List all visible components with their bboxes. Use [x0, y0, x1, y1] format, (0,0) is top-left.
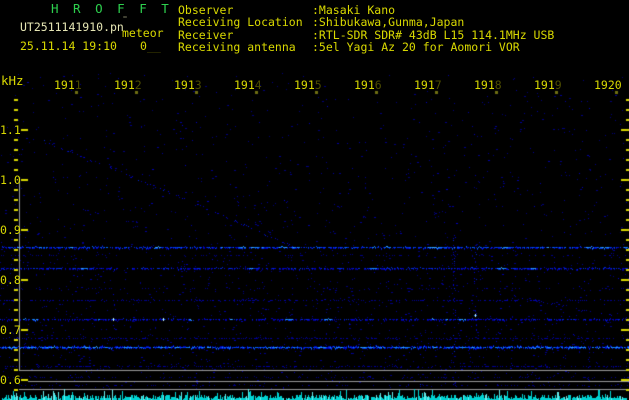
time-label: 1916: [354, 78, 382, 92]
freq-axis-unit: kHz: [1, 73, 24, 88]
freq-label: 0.8: [0, 273, 21, 287]
meta-value: :Shibukawa,Gunma,Japan: [312, 15, 465, 30]
datetime-label: 25.11.14 19:10: [20, 39, 117, 53]
meta-label: Observer: [178, 3, 234, 17]
echo-count-marks: __: [146, 39, 161, 53]
time-label: 1911: [54, 78, 82, 92]
freq-label: 0.7: [0, 323, 21, 337]
time-label: 1919: [534, 78, 562, 92]
time-label: 1920: [594, 78, 622, 92]
time-label: 1917: [414, 78, 442, 92]
hrofft-app-window: H R O F F T UT2511141910.pn ¨ meteor 25.…: [0, 0, 629, 400]
time-label: 1915: [294, 78, 322, 92]
meta-label: Receiving antenna: [178, 40, 296, 55]
echo-count-value: 0: [140, 39, 147, 53]
meta-label: Receiving Location: [178, 15, 303, 30]
freq-label: 1.1: [0, 123, 21, 137]
capture-filename: UT2511141910.pn: [20, 20, 124, 34]
freq-label: 0.6: [0, 373, 21, 387]
meta-value: :Masaki Kano: [312, 3, 396, 17]
freq-label: 1.0: [0, 173, 21, 187]
freq-label: 0.9: [0, 223, 21, 237]
spectrogram-canvas: [0, 0, 629, 400]
time-label: 1912: [114, 78, 142, 92]
app-title: H R O F F T: [51, 1, 173, 16]
echo-count: 0__: [140, 40, 161, 52]
meta-value: :5el Yagi Az 20 for Aomori VOR: [312, 40, 520, 55]
meta-label: Receiver: [178, 27, 234, 42]
meteor-label: meteor: [122, 26, 164, 40]
time-label: 1918: [474, 78, 502, 92]
time-label: 1913: [174, 78, 202, 92]
time-label: 1914: [234, 78, 262, 92]
meta-value: :RTL-SDR SDR# 43dB L15 114.1MHz USB: [312, 27, 555, 42]
